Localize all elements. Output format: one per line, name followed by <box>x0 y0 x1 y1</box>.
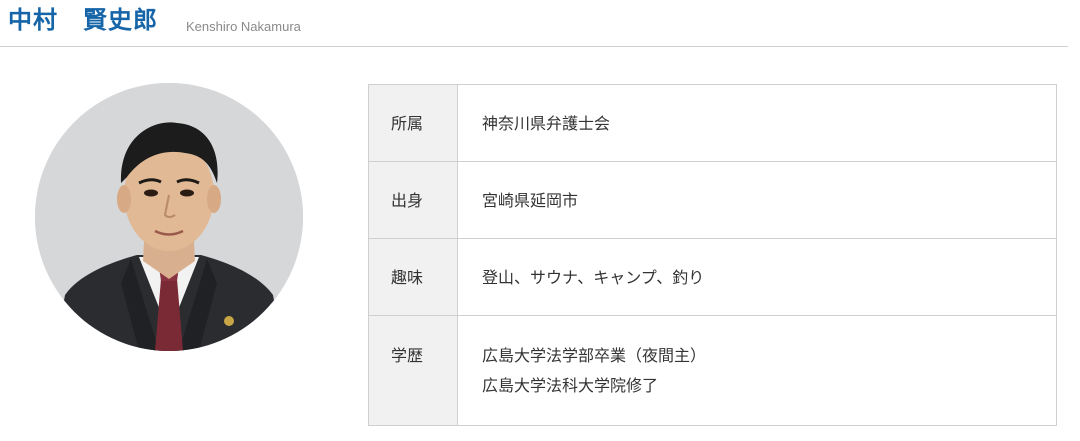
profile-header: 中村 賢史郎 Kenshiro Nakamura <box>0 0 1068 47</box>
detail-value: 宮崎県延岡市 <box>457 161 1057 239</box>
detail-row-education: 学歴 広島大学法学部卒業（夜間主） 広島大学法科大学院修了 <box>368 315 1057 426</box>
detail-label: 所属 <box>368 84 458 162</box>
lawyer-name-japanese: 中村 賢史郎 <box>8 6 158 34</box>
portrait-photo <box>35 83 303 351</box>
detail-value: 神奈川県弁護士会 <box>457 84 1057 162</box>
detail-value: 登山、サウナ、キャンプ、釣り <box>457 238 1057 316</box>
detail-value-line: 広島大学法科大学院修了 <box>482 376 659 395</box>
detail-label: 出身 <box>368 161 458 239</box>
detail-value-line: 登山、サウナ、キャンプ、釣り <box>482 268 705 287</box>
detail-value-line: 神奈川県弁護士会 <box>482 114 611 133</box>
detail-value-line: 宮崎県延岡市 <box>482 191 579 210</box>
detail-label: 趣味 <box>368 238 458 316</box>
detail-label: 学歴 <box>368 315 458 426</box>
detail-row-affiliation: 所属 神奈川県弁護士会 <box>368 84 1057 162</box>
lawyer-name-english: Kenshiro Nakamura <box>186 19 301 34</box>
portrait-illustration <box>35 83 303 351</box>
detail-value-line: 広島大学法学部卒業（夜間主） <box>482 346 707 365</box>
detail-row-birthplace: 出身 宮崎県延岡市 <box>368 161 1057 239</box>
detail-value: 広島大学法学部卒業（夜間主） 広島大学法科大学院修了 <box>457 315 1057 426</box>
profile-details-table: 所属 神奈川県弁護士会 出身 宮崎県延岡市 趣味 登山、サウナ、キャンプ、釣り … <box>368 84 1057 426</box>
detail-row-hobbies: 趣味 登山、サウナ、キャンプ、釣り <box>368 238 1057 316</box>
